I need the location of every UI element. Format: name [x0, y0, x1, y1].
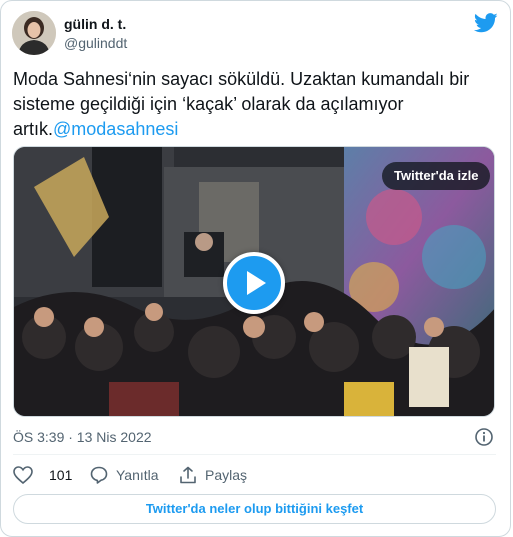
share-label: Paylaş	[205, 467, 248, 483]
play-icon	[247, 271, 266, 295]
play-button[interactable]	[223, 252, 285, 314]
tweet-timestamp[interactable]: ÖS 3:39 · 13 Nis 2022	[13, 429, 152, 445]
explore-twitter-button[interactable]: Twitter'da neler olup bittiğini keşfet	[13, 494, 496, 524]
reply-label: Yanıtla	[116, 467, 159, 483]
like-count: 101	[49, 467, 73, 483]
author-name[interactable]: gülin d. t.	[64, 16, 126, 32]
reply-button[interactable]: Yanıtla	[90, 464, 159, 486]
video-media[interactable]: Twitter'da izle	[13, 146, 495, 417]
mention-link[interactable]: @modasahnesi	[53, 119, 178, 139]
author-handle[interactable]: @gulinddt	[64, 35, 127, 51]
heart-icon	[13, 466, 33, 484]
like-button[interactable]: 101	[13, 464, 72, 486]
info-icon[interactable]	[474, 427, 494, 447]
avatar-image	[12, 11, 56, 55]
share-icon	[180, 466, 196, 484]
twitter-bird-icon[interactable]	[474, 12, 498, 34]
watch-on-twitter-button[interactable]: Twitter'da izle	[382, 162, 491, 190]
tweet-text: Moda Sahnesi‘nin sayacı söküldü. Uzaktan…	[13, 67, 483, 142]
share-button[interactable]: Paylaş	[179, 464, 247, 486]
tweet-card: gülin d. t. @gulinddt Moda Sahnesi‘nin s…	[0, 0, 511, 537]
reply-icon	[90, 466, 108, 484]
divider	[13, 454, 496, 455]
avatar[interactable]	[12, 11, 56, 55]
